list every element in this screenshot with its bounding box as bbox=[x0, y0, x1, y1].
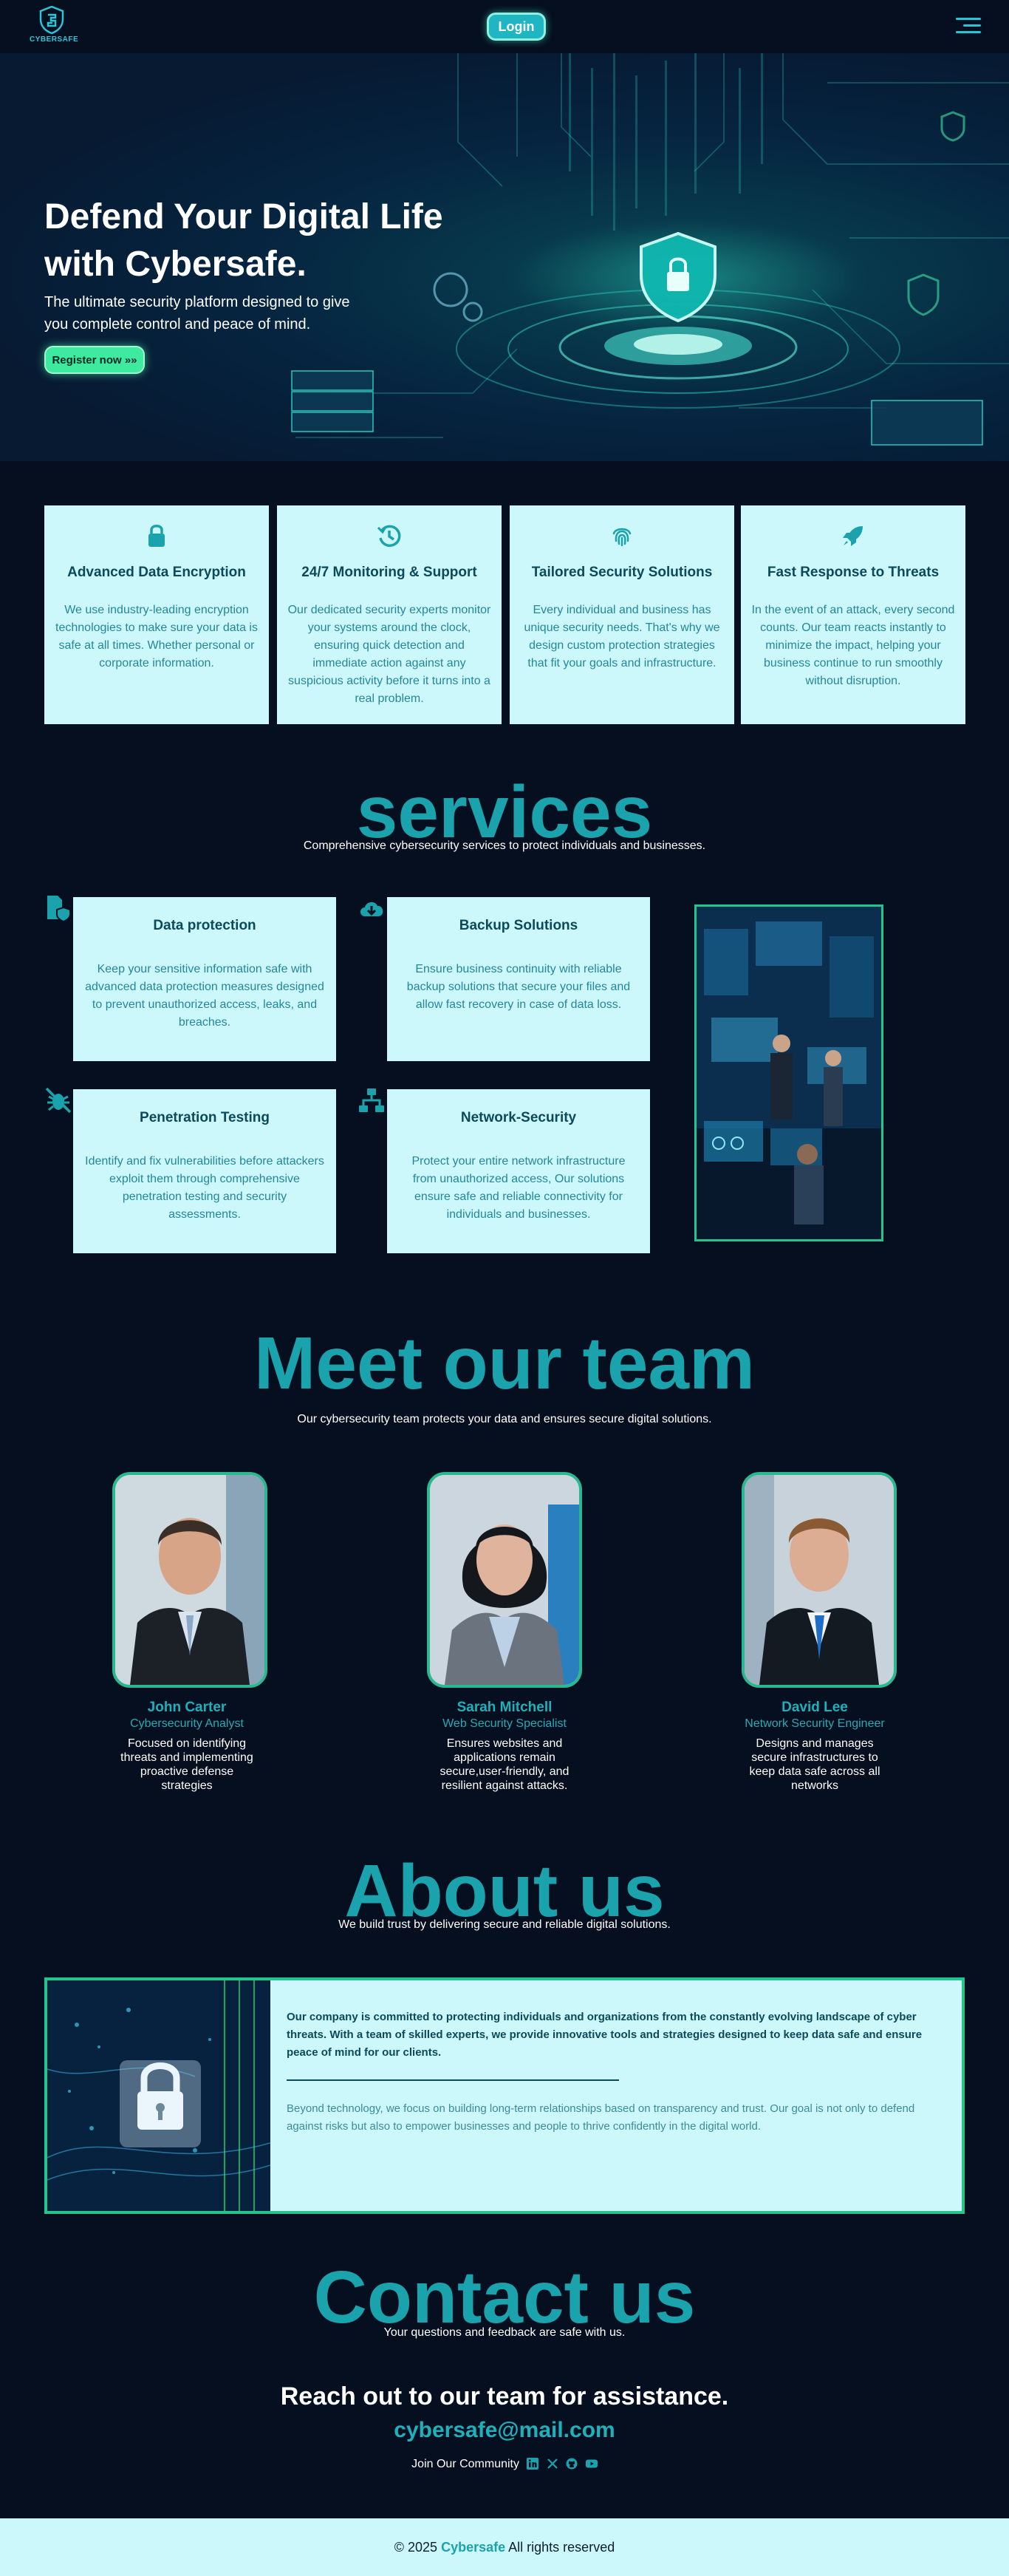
member-photo-john-carter bbox=[112, 1472, 267, 1688]
reach-out-heading: Reach out to our team for assistance. bbox=[280, 2382, 729, 2410]
about-server-lock-image bbox=[47, 1980, 270, 2211]
member-role: Cybersecurity Analyst bbox=[130, 1717, 244, 1730]
github-icon[interactable] bbox=[566, 2458, 578, 2470]
feature-title: Advanced Data Encryption bbox=[67, 565, 246, 580]
contact-email-link[interactable]: cybersafe@mail.com bbox=[0, 2418, 1009, 2443]
copyright-suffix: All rights reserved bbox=[508, 2540, 615, 2555]
team-subtitle: Our cybersecurity team protects your dat… bbox=[297, 1413, 712, 1425]
service-text: Keep your sensitive information safe wit… bbox=[85, 963, 324, 1029]
file-shield-icon bbox=[47, 896, 71, 922]
hero-title-line-2: with Cybersafe. bbox=[44, 245, 307, 284]
footer-brand: Cybersafe bbox=[441, 2540, 506, 2555]
hero-title-line-1: Defend Your Digital Life bbox=[44, 197, 443, 236]
service-title: Penetration Testing bbox=[140, 1110, 270, 1125]
feature-card-encryption: Advanced Data Encryption We use industry… bbox=[44, 505, 269, 724]
member-photo-sarah-mitchell bbox=[427, 1472, 582, 1688]
bug-slash-icon bbox=[45, 1087, 72, 1114]
service-title: Backup Solutions bbox=[459, 918, 578, 933]
about-subtitle: We build trust by delivering secure and … bbox=[338, 1918, 671, 1931]
feature-text: Our dedicated security experts monitor y… bbox=[287, 604, 491, 705]
service-card-data-protection: Data protection Keep your sensitive info… bbox=[73, 897, 336, 1061]
linkedin-icon[interactable] bbox=[527, 2458, 539, 2470]
service-text: Ensure business continuity with reliable… bbox=[406, 963, 631, 1011]
site-footer: © 2025 Cybersafe All rights reserved bbox=[0, 2518, 1009, 2576]
service-title: Data protection bbox=[153, 918, 256, 933]
service-card-network-security: Network-Security Protect your entire net… bbox=[387, 1089, 650, 1253]
community-row: Join Our Community bbox=[0, 2458, 1009, 2471]
logo-text: CYBERSAFE bbox=[30, 35, 79, 44]
about-box: Our company is committed to protecting i… bbox=[44, 1977, 965, 2214]
member-role: Web Security Specialist bbox=[442, 1717, 567, 1730]
service-text: Identify and fix vulnerabilities before … bbox=[85, 1155, 324, 1221]
hero-title: Defend Your Digital Life with Cybersafe. bbox=[44, 194, 488, 288]
hero-subtitle: The ultimate security platform designed … bbox=[44, 294, 350, 333]
service-text: Protect your entire network infrastructu… bbox=[411, 1155, 626, 1221]
rocket-icon bbox=[843, 526, 863, 546]
shield-logo-icon bbox=[39, 6, 64, 34]
feature-title: Tailored Security Solutions bbox=[531, 565, 713, 580]
x-twitter-icon[interactable] bbox=[547, 2458, 558, 2470]
member-desc: Designs and manages secure infrastructur… bbox=[749, 1737, 880, 1792]
service-title: Network-Security bbox=[460, 1110, 577, 1125]
feature-card-tailored: Tailored Security Solutions Every indivi… bbox=[510, 505, 734, 724]
hero-section: Defend Your Digital Life with Cybersafe.… bbox=[0, 53, 1009, 461]
feature-text: Every individual and business has unique… bbox=[524, 604, 720, 669]
services-office-image bbox=[694, 904, 883, 1241]
feature-title: Fast Response to Threats bbox=[767, 565, 940, 580]
youtube-icon[interactable] bbox=[585, 2458, 598, 2470]
feature-title: 24/7 Monitoring & Support bbox=[301, 565, 477, 580]
services-subtitle: Comprehensive cybersecurity services to … bbox=[303, 839, 706, 852]
register-button[interactable]: Register now »» bbox=[44, 346, 145, 374]
feature-card-monitoring: 24/7 Monitoring & Support Our dedicated … bbox=[277, 505, 502, 724]
member-role: Network Security Engineer bbox=[745, 1717, 885, 1730]
member-name: Sarah Mitchell bbox=[456, 1700, 553, 1715]
fingerprint-icon bbox=[612, 528, 632, 547]
member-desc: Ensures websites and applications remain… bbox=[439, 1737, 570, 1792]
member-desc: Focused on identifying threats and imple… bbox=[120, 1737, 253, 1792]
service-card-penetration-testing: Penetration Testing Identify and fix vul… bbox=[73, 1089, 336, 1253]
lock-icon bbox=[148, 525, 165, 547]
contact-subtitle: Your questions and feedback are safe wit… bbox=[383, 2326, 626, 2339]
feature-text: We use industry-leading encryption techn… bbox=[55, 604, 258, 669]
about-body-text: Beyond technology, we focus on building … bbox=[287, 2102, 915, 2133]
cloud-download-icon bbox=[360, 902, 383, 916]
hamburger-menu-icon[interactable] bbox=[956, 16, 981, 35]
logo[interactable]: CYBERSAFE bbox=[30, 6, 79, 49]
about-lead-text: Our company is committed to protecting i… bbox=[287, 2011, 923, 2059]
feature-card-fast-response: Fast Response to Threats In the event of… bbox=[741, 505, 965, 724]
service-card-backup: Backup Solutions Ensure business continu… bbox=[387, 897, 650, 1061]
community-label: Join Our Community bbox=[411, 2458, 519, 2470]
member-name: John Carter bbox=[147, 1700, 227, 1715]
login-button[interactable]: Login bbox=[487, 13, 546, 41]
copyright-prefix: © 2025 bbox=[394, 2540, 438, 2555]
feature-text: In the event of an attack, every second … bbox=[751, 604, 955, 687]
about-divider bbox=[287, 2079, 619, 2081]
team-title: Meet our team bbox=[254, 1322, 755, 1405]
site-header: CYBERSAFE Login bbox=[0, 0, 1009, 53]
member-name: David Lee bbox=[781, 1700, 848, 1715]
network-icon bbox=[359, 1088, 384, 1112]
history-icon bbox=[377, 525, 401, 548]
member-photo-david-lee bbox=[742, 1472, 897, 1688]
